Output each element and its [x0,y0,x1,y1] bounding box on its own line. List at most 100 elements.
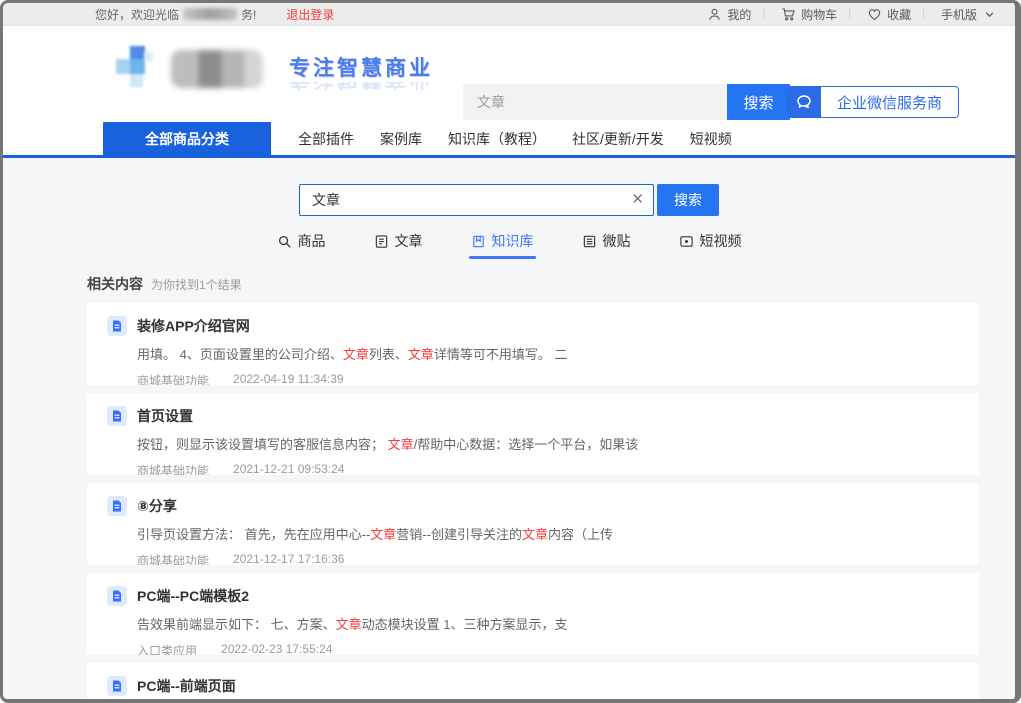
search-icon [277,234,292,249]
result-description: 告效果前端显示如下： 七、方案、文章动态模块设置 1、三种方案显示，支 [137,614,959,633]
tab-label: 短视频 [700,231,742,251]
result-title[interactable]: PC端--PC端模板2 [137,586,249,606]
topbar-link-favorites[interactable]: 收藏 [837,6,911,23]
description-text: 列表、 [369,347,408,362]
topbar-link-my-account[interactable]: 我的 [707,6,751,23]
tab-label: 知识库 [492,231,534,251]
nav-item-all-categories[interactable]: 全部商品分类 [103,122,271,155]
video-icon [679,234,694,249]
heart-icon [867,7,882,22]
search-button[interactable]: 搜索 [657,184,719,216]
result-category: 商城基础功能 [137,462,209,475]
tab-goods[interactable]: 商品 [275,225,328,259]
result-card[interactable]: PC端--PC端模板2 告效果前端显示如下： 七、方案、文章动态模块设置 1、三… [87,573,979,655]
description-text: 告效果前端显示如下： 七、方案、 [137,617,336,632]
section-head: 相关内容 为你找到1个结果 [87,274,1015,294]
section-title: 相关内容 [87,274,143,294]
result-datetime: 2022-02-23 17:55:24 [221,642,332,655]
result-category: 商城基础功能 [137,552,209,565]
highlighted-keyword: 文章 [336,617,362,632]
user-icon [707,7,722,22]
result-card[interactable]: PC端--前端页面 [87,663,979,699]
main-content: ✕ 搜索 商品 文章 知识库 微贴 短视频 相关内容 为你找到1个结果 [3,158,1015,699]
result-type-tabs: 商品 文章 知识库 微贴 短视频 [3,225,1015,259]
tab-micro-post[interactable]: 微贴 [580,225,633,259]
blurred-username [183,8,237,20]
result-description: 按钮，则显示该设置填写的客服信息内容； 文章/帮助中心数据：选择一个平台，如果该 [137,434,959,453]
tab-label: 微贴 [603,231,631,251]
highlighted-keyword: 文章 [343,347,369,362]
result-card[interactable]: ⑧分享 引导页设置方法： 首先，先在应用中心--文章营销--创建引导关注的文章内… [87,483,979,565]
logout-link[interactable]: 退出登录 [286,6,334,23]
nav-item-case-library[interactable]: 案例库 [367,122,435,155]
document-icon [107,316,127,336]
chevron-down-icon [982,7,997,22]
highlighted-keyword: 文章 [522,527,548,542]
description-text: /帮助中心数据：选择一个平台，如果该 [414,437,639,452]
result-category: 入口类应用 [137,642,197,655]
browser-window: 您好，欢迎光临 务! 退出登录 我的 购物车 收藏 手机版 专注智慧商业 专注智… [0,0,1021,703]
header-search: 搜索 [463,84,790,120]
tab-label: 文章 [395,231,423,251]
search-input[interactable] [299,184,654,216]
tab-knowledge[interactable]: 知识库 [469,225,536,259]
result-title[interactable]: 首页设置 [137,406,193,426]
document-icon [107,406,127,426]
result-description: 引导页设置方法： 首先，先在应用中心--文章营销--创建引导关注的文章内容（上传 [137,524,959,543]
result-description: 用填。 4、页面设置里的公司介绍、文章列表、文章详情等可不用填写。 二 [137,344,959,363]
result-title[interactable]: PC端--前端页面 [137,676,236,696]
slogan-block: 专注智慧商业 专注智慧商业 [289,52,433,95]
document-icon [107,586,127,606]
post-icon [582,234,597,249]
tab-label: 商品 [298,231,326,251]
topbar-link-label: 手机版 [941,6,977,23]
result-card[interactable]: 首页设置 按钮，则显示该设置填写的客服信息内容； 文章/帮助中心数据：选择一个平… [87,393,979,475]
document-icon [107,496,127,516]
site-logo[interactable]: 专注智慧商业 专注智慧商业 [115,44,433,95]
nav-item-knowledge-tutorials[interactable]: 知识库（教程） [435,122,559,155]
greeting-suffix: 务! [241,6,256,23]
description-text: 动态模块设置 1、三种方案显示，支 [362,617,568,632]
description-text: 详情等可不用填写。 二 [434,347,568,362]
wecom-service-block[interactable]: 企业微信服务商 [787,86,959,118]
header-search-input[interactable] [463,84,727,120]
topbar-link-cart[interactable]: 购物车 [751,6,837,23]
tab-short-video[interactable]: 短视频 [677,225,744,259]
clear-search-icon[interactable]: ✕ [631,190,644,210]
cart-icon [781,7,796,22]
article-icon [374,234,389,249]
description-text: 引导页设置方法： 首先，先在应用中心-- [137,527,370,542]
highlighted-keyword: 文章 [408,347,434,362]
topbar: 您好，欢迎光临 务! 退出登录 我的 购物车 收藏 手机版 [3,3,1015,26]
wecom-chat-icon [787,86,821,118]
description-text: 营销--创建引导关注的 [396,527,522,542]
nav-item-all-plugins[interactable]: 全部插件 [285,122,367,155]
section-subtitle: 为你找到1个结果 [151,276,242,293]
header-search-button[interactable]: 搜索 [727,84,790,120]
result-meta: 商城基础功能 2021-12-17 17:16:36 [137,552,959,565]
logo-cross-icon [115,44,161,90]
description-text: 内容（上传 [548,527,613,542]
main-nav: 全部商品分类全部插件案例库知识库（教程）社区/更新/开发短视频 [3,122,1015,155]
site-header: 专注智慧商业 专注智慧商业 搜索 企业微信服务商 [3,26,1015,122]
result-datetime: 2022-04-19 11:34:39 [233,372,344,385]
result-title[interactable]: ⑧分享 [137,496,177,516]
tab-article[interactable]: 文章 [372,225,425,259]
topbar-link-label: 我的 [727,6,751,23]
search-panel: ✕ 搜索 [3,184,1015,216]
nav-item-short-video[interactable]: 短视频 [677,122,745,155]
result-card[interactable]: 装修APP介绍官网 用填。 4、页面设置里的公司介绍、文章列表、文章详情等可不用… [87,303,979,385]
slogan-text: 专注智慧商业 [289,52,433,82]
results-list: 装修APP介绍官网 用填。 4、页面设置里的公司介绍、文章列表、文章详情等可不用… [87,303,979,699]
highlighted-keyword: 文章 [388,437,414,452]
topbar-link-label: 购物车 [801,6,837,23]
wecom-service-button[interactable]: 企业微信服务商 [821,86,959,118]
search-input-wrap: ✕ [299,184,654,216]
knowledge-icon [471,234,486,249]
description-text: 用填。 4、页面设置里的公司介绍、 [137,347,343,362]
greeting-text: 您好，欢迎光临 务! [95,6,256,23]
result-meta: 入口类应用 2022-02-23 17:55:24 [137,642,959,655]
result-title[interactable]: 装修APP介绍官网 [137,316,250,336]
topbar-link-mobile-version[interactable]: 手机版 [911,6,997,23]
nav-item-community-update-dev[interactable]: 社区/更新/开发 [559,122,677,155]
